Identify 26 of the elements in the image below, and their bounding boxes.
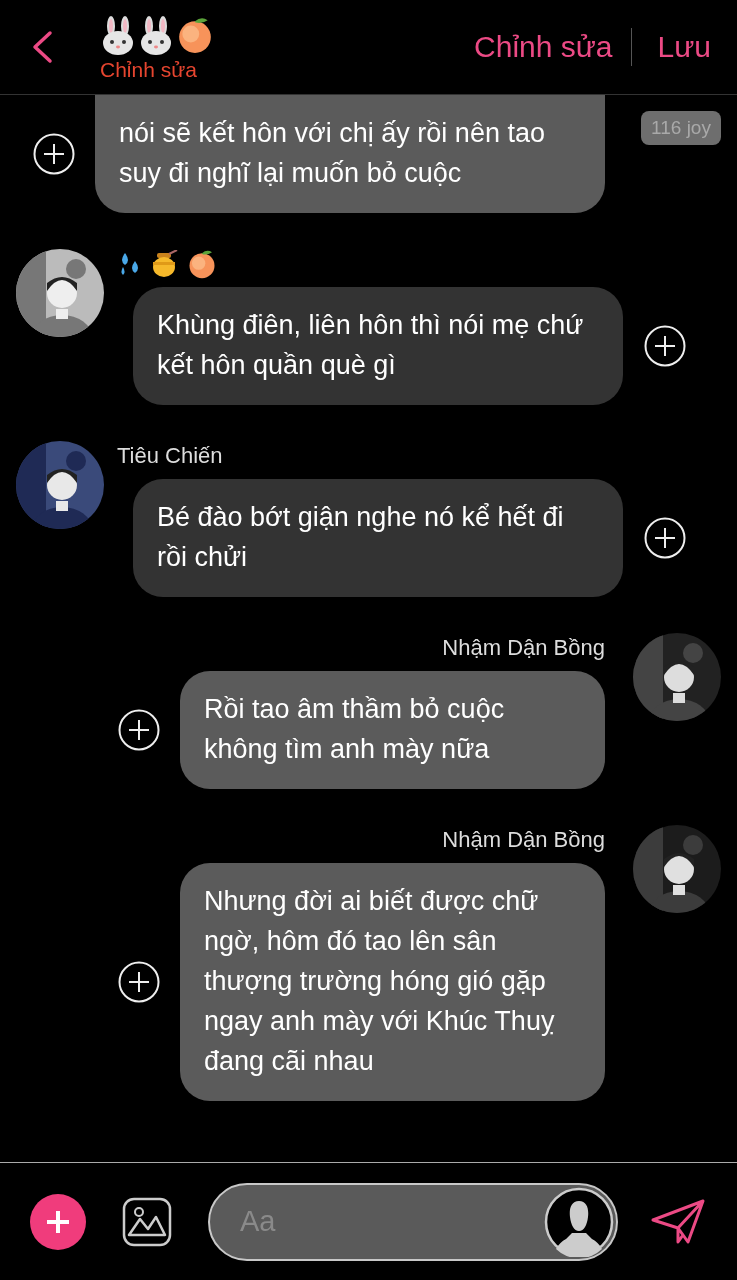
add-icon[interactable] [644,517,686,559]
rabbit-icon [100,16,136,56]
add-icon[interactable] [118,961,160,1003]
message-bubble: Bé đào bớt giận nghe nó kể hết đi rồi chửi [133,479,623,597]
sender-name: Tiêu Chiến [117,442,223,470]
message-bubble: nói sẽ kết hôn với chị ấy rồi nên tao suy đi nghĩ lại muốn bỏ cuộc [95,95,605,213]
header-action[interactable]: Lưu [657,30,711,64]
back-icon[interactable] [30,30,54,64]
message-bubble: Rồi tao âm thầm bỏ cuộc không tìm anh mày nữa [180,671,605,789]
sender-name: Nhậm Dận Bồng [442,826,605,854]
honey-pot-icon [151,250,179,278]
peach-icon [176,16,214,54]
send-icon[interactable] [650,1197,706,1246]
reaction-count: 116 joy [641,111,721,145]
add-icon[interactable] [33,133,75,175]
add-icon[interactable] [644,325,686,367]
header-action[interactable]: Chỉnh sửa [474,30,613,64]
group-subtitle: Chỉnh sửa [100,58,197,82]
add-icon[interactable] [118,709,160,751]
peach-icon [187,249,217,279]
image-icon[interactable] [122,1196,172,1247]
message-bubble: Nhưng đời ai biết được chữ ngờ, hôm đó tao lên sân thượng trường hóng gió gặp ngay anh mày với Khúc Thuỵ đang cãi nhau [180,863,605,1101]
message-bubble: Khùng điên, liên hôn thì nói mẹ chứ kết hôn quần què gì [133,287,623,405]
avatar-icon[interactable] [544,1186,614,1257]
rabbit-icon [138,16,174,56]
sender-name: Nhậm Dận Bồng [442,634,605,662]
